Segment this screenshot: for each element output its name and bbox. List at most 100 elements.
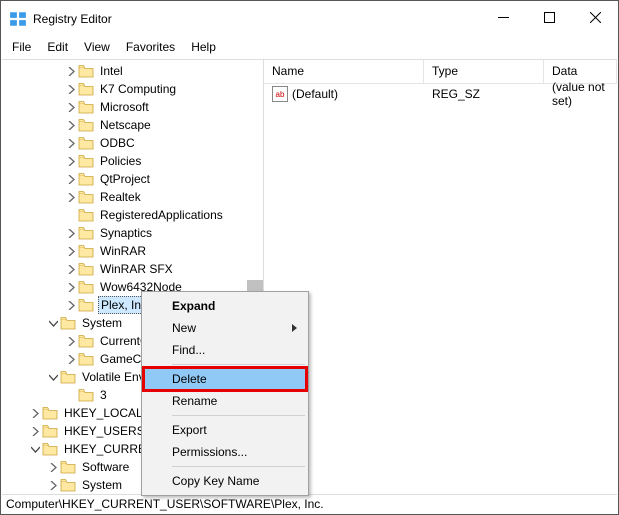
folder-icon (60, 370, 76, 384)
tree-item-label: Intel (98, 63, 125, 79)
folder-icon (78, 244, 94, 258)
status-bar: Computer\HKEY_CURRENT_USER\SOFTWARE\Plex… (2, 494, 617, 514)
menu-view[interactable]: View (77, 38, 117, 56)
client-area: IntelK7 ComputingMicrosoft NetscapeODBCPo… (2, 59, 617, 492)
ctx-separator (172, 364, 305, 365)
minimize-button[interactable] (480, 3, 526, 33)
chevron-right-icon (291, 321, 298, 335)
tree-item[interactable]: Netscape (10, 116, 263, 134)
list-pane: Name Type Data ab(Default)REG_SZ(value n… (264, 60, 617, 492)
folder-icon (78, 190, 94, 204)
list-body: ab(Default)REG_SZ(value not set) (264, 84, 617, 104)
tree-item-label: System (80, 477, 124, 492)
expander-icon[interactable] (46, 373, 60, 382)
ctx-delete[interactable]: Delete (144, 368, 306, 390)
ctx-rename[interactable]: Rename (144, 390, 306, 412)
ctx-separator (172, 415, 305, 416)
menu-edit[interactable]: Edit (40, 38, 75, 56)
ctx-new[interactable]: New (144, 317, 306, 339)
folder-icon (60, 460, 76, 474)
menu-help[interactable]: Help (184, 38, 223, 56)
value-data: (value not set) (544, 79, 617, 109)
tree-item-label: Policies (98, 153, 143, 169)
expander-icon[interactable] (64, 247, 78, 256)
ctx-permissions[interactable]: Permissions... (144, 441, 306, 463)
window-title: Registry Editor (33, 12, 480, 26)
folder-icon (78, 136, 94, 150)
ctx-find[interactable]: Find... (144, 339, 306, 361)
tree-item[interactable]: WinRAR (10, 242, 263, 260)
expander-icon[interactable] (46, 319, 60, 328)
tree-item-label: Netscape (98, 117, 153, 133)
folder-icon (78, 100, 94, 114)
expander-icon[interactable] (64, 265, 78, 274)
status-path: Computer\HKEY_CURRENT_USER\SOFTWARE\Plex… (6, 497, 324, 511)
ctx-expand-label: Expand (172, 299, 215, 313)
ctx-export[interactable]: Export (144, 419, 306, 441)
expander-icon[interactable] (64, 175, 78, 184)
expander-icon[interactable] (46, 481, 60, 490)
expander-icon[interactable] (28, 427, 42, 436)
expander-icon[interactable] (64, 157, 78, 166)
close-button[interactable] (572, 3, 618, 33)
tree-item-label: System (80, 315, 124, 331)
tree-item[interactable]: Realtek (10, 188, 263, 206)
ctx-find-label: Find... (172, 343, 205, 357)
ctx-separator (172, 466, 305, 467)
context-menu: Expand New Find... Delete Rename Export … (141, 291, 309, 496)
expander-icon[interactable] (46, 463, 60, 472)
regedit-icon (9, 10, 27, 28)
tree-item[interactable]: WinRAR SFX (10, 260, 263, 278)
ctx-rename-label: Rename (172, 394, 217, 408)
folder-icon (78, 82, 94, 96)
expander-icon[interactable] (64, 67, 78, 76)
expander-icon[interactable] (64, 337, 78, 346)
tree-item[interactable]: K7 Computing (10, 80, 263, 98)
expander-icon[interactable] (64, 121, 78, 130)
expander-icon[interactable] (64, 193, 78, 202)
tree-item-label: Synaptics (98, 225, 154, 241)
tree-item-label: Microsoft (98, 99, 151, 115)
tree-item-label: WinRAR SFX (98, 261, 175, 277)
folder-icon (78, 334, 94, 348)
ctx-expand[interactable]: Expand (144, 295, 306, 317)
tree-item[interactable]: RegisteredApplications (10, 206, 263, 224)
folder-icon (78, 118, 94, 132)
folder-icon (78, 388, 94, 402)
tree-item[interactable]: Policies (10, 152, 263, 170)
expander-icon[interactable] (64, 301, 78, 310)
ctx-copy-key-name[interactable]: Copy Key Name (144, 470, 306, 492)
tree-item[interactable]: Microsoft (10, 98, 263, 116)
menu-file[interactable]: File (5, 38, 38, 56)
expander-icon[interactable] (64, 283, 78, 292)
ctx-permissions-label: Permissions... (172, 445, 247, 459)
tree-item[interactable]: Intel (10, 62, 263, 80)
maximize-button[interactable] (526, 3, 572, 33)
expander-icon[interactable] (64, 85, 78, 94)
tree-item-label: RegisteredApplications (98, 207, 225, 223)
tree-item-label: QtProject (98, 171, 152, 187)
folder-icon (42, 424, 58, 438)
tree-item[interactable]: QtProject (10, 170, 263, 188)
expander-icon[interactable] (28, 409, 42, 418)
expander-icon[interactable] (64, 355, 78, 364)
window-controls (480, 6, 618, 33)
expander-icon[interactable] (64, 103, 78, 112)
list-row[interactable]: ab(Default)REG_SZ(value not set) (264, 84, 617, 104)
menu-bar: File Edit View Favorites Help (1, 37, 618, 57)
tree-item[interactable]: ODBC (10, 134, 263, 152)
menu-favorites[interactable]: Favorites (119, 38, 182, 56)
expander-icon[interactable] (64, 229, 78, 238)
expander-icon[interactable] (28, 445, 42, 454)
tree-item[interactable]: Synaptics (10, 224, 263, 242)
expander-icon[interactable] (64, 139, 78, 148)
tree-item-label: WinRAR (98, 243, 148, 259)
col-header-type[interactable]: Type (424, 60, 544, 83)
col-header-name[interactable]: Name (264, 60, 424, 83)
tree-item-label: Realtek (98, 189, 143, 205)
title-bar: Registry Editor (1, 1, 618, 37)
ctx-copy-key-label: Copy Key Name (172, 474, 259, 488)
folder-icon (78, 226, 94, 240)
folder-icon (78, 262, 94, 276)
value-type: REG_SZ (424, 86, 544, 102)
